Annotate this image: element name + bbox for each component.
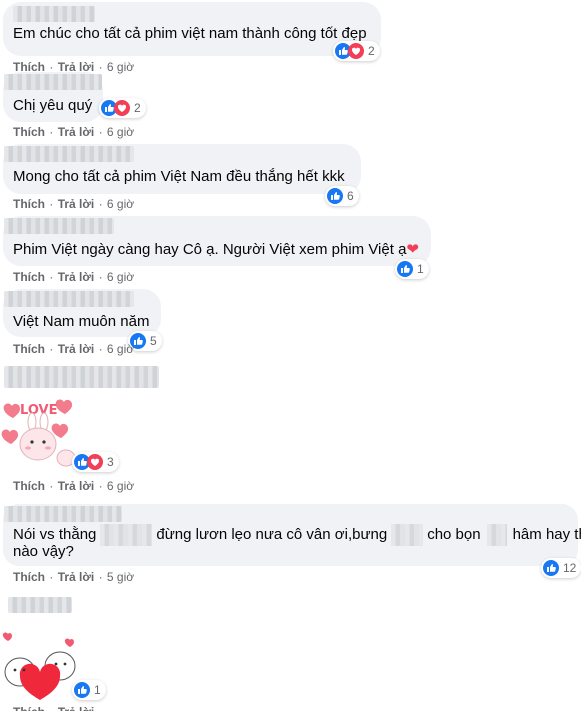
comment-actions: Thích · Trả lời · 6 giờ xyxy=(13,479,135,493)
like-button[interactable]: Thích xyxy=(13,479,45,493)
timestamp[interactable]: 6 giờ xyxy=(107,342,134,356)
comment-text: Việt Nam muôn năm xyxy=(13,313,150,330)
comment-actions: Thích · Trả lời · 6 giờ xyxy=(13,342,135,356)
love-bunny-sticker: LOVE xyxy=(1,399,76,467)
reaction-count: 3 xyxy=(107,455,114,469)
reply-button[interactable]: Trả lời xyxy=(58,479,95,493)
reply-button[interactable]: Trả lời xyxy=(58,342,95,356)
redacted-text xyxy=(486,524,507,546)
author-name-blurred[interactable] xyxy=(4,218,114,234)
redacted-text xyxy=(391,524,424,546)
timestamp[interactable]: 6 giờ xyxy=(107,479,134,493)
redacted-text xyxy=(100,524,153,546)
reaction-summary[interactable]: 1 xyxy=(395,259,429,279)
comment-actions: Thích · Trả lời · 6 giờ xyxy=(13,125,135,139)
reaction-summary[interactable]: 6 xyxy=(325,186,359,206)
comment-text-line-2: nào vậy? xyxy=(13,543,74,560)
timestamp[interactable]: 6 giờ xyxy=(107,125,134,139)
reply-button[interactable]: Trả lời xyxy=(58,125,95,139)
love-reaction-icon xyxy=(114,100,130,116)
timestamp[interactable]: 6 giờ xyxy=(107,60,134,74)
reaction-count: 1 xyxy=(417,262,424,276)
like-button[interactable]: Thích xyxy=(13,342,45,356)
author-name-blurred[interactable] xyxy=(4,506,122,522)
reaction-summary[interactable]: 3 xyxy=(72,452,119,472)
love-reaction-icon xyxy=(348,43,364,59)
svg-text:LOVE: LOVE xyxy=(20,403,57,418)
reaction-count: 1 xyxy=(94,683,101,697)
reaction-count: 12 xyxy=(563,561,577,575)
comment-text-line-1: Nói vs thằng đừng lươn lẹo nưa cô vân ơi… xyxy=(13,524,581,546)
reaction-summary[interactable]: 12 xyxy=(541,558,581,578)
author-name-blurred[interactable] xyxy=(13,6,95,22)
like-button[interactable]: Thích xyxy=(13,705,45,711)
reply-button[interactable]: Trả lời xyxy=(58,270,95,284)
like-reaction-icon xyxy=(74,682,90,698)
reaction-summary[interactable]: 2 xyxy=(333,41,380,61)
comment-text: Phim Việt ngày càng hay Cô ạ. Người Việt… xyxy=(13,241,419,258)
like-button[interactable]: Thích xyxy=(13,270,45,284)
timestamp[interactable]: 6 giờ xyxy=(107,270,134,284)
comment-actions: Thích · Trả lời xyxy=(13,705,94,711)
comment-text: Em chúc cho tất cả phim việt nam thành c… xyxy=(13,25,367,42)
author-name-blurred[interactable] xyxy=(4,146,134,162)
comment-actions: Thích · Trả lời · 6 giờ xyxy=(13,270,135,284)
love-reaction-icon xyxy=(87,454,103,470)
comment-text: Mong cho tất cả phim Việt Nam đều thắng … xyxy=(13,168,345,185)
reaction-count: 2 xyxy=(368,44,375,58)
author-name-blurred[interactable] xyxy=(4,74,102,90)
reaction-summary[interactable]: 2 xyxy=(99,98,146,118)
comment-text: Chị yêu quý xyxy=(13,97,93,114)
reaction-count: 5 xyxy=(150,334,157,348)
comment-actions: Thích · Trả lời · 6 giờ xyxy=(13,197,135,211)
reply-button[interactable]: Trả lời xyxy=(58,705,95,711)
author-name-blurred[interactable] xyxy=(4,291,134,307)
timestamp[interactable]: 5 giờ xyxy=(107,570,134,584)
like-reaction-icon xyxy=(543,560,559,576)
author-name-blurred[interactable] xyxy=(8,597,72,613)
heart-emoji: ❤ xyxy=(406,241,419,258)
like-reaction-icon xyxy=(397,261,413,277)
timestamp[interactable]: 6 giờ xyxy=(107,197,134,211)
comment-actions: Thích · Trả lời · 5 giờ xyxy=(13,570,135,584)
like-button[interactable]: Thích xyxy=(13,125,45,139)
reaction-summary[interactable]: 1 xyxy=(72,680,106,700)
reaction-count: 2 xyxy=(134,101,141,115)
like-button[interactable]: Thích xyxy=(13,570,45,584)
reply-button[interactable]: Trả lời xyxy=(58,197,95,211)
reply-button[interactable]: Trả lời xyxy=(58,570,95,584)
like-button[interactable]: Thích xyxy=(13,197,45,211)
reaction-count: 6 xyxy=(347,189,354,203)
like-reaction-icon xyxy=(327,188,343,204)
author-name-blurred[interactable] xyxy=(4,366,159,388)
